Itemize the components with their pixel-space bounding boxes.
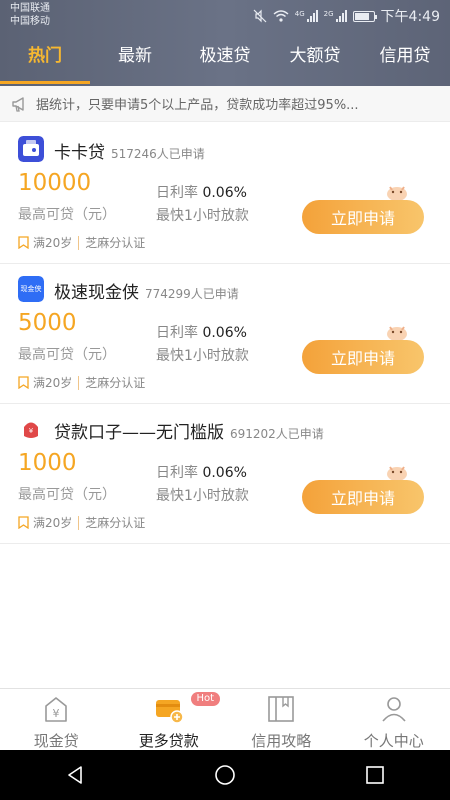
requirement-tags: 满20岁 芝麻分认证 xyxy=(18,234,145,251)
credit-card-plus-icon xyxy=(155,700,184,724)
apply-count: 517246人已申请 xyxy=(111,147,205,161)
age-tag: 满20岁 xyxy=(33,236,73,250)
loan-item[interactable]: 现金侠 极速现金侠 774299人已申请 5000 最高可贷（元） 日利率 0.0… xyxy=(0,264,450,404)
wifi-icon xyxy=(273,10,289,22)
payout-speed: 最快1小时放款 xyxy=(156,208,249,224)
credit-tag: 芝麻分认证 xyxy=(85,236,146,250)
person-icon xyxy=(382,697,406,722)
max-amount-label: 最高可贷（元） xyxy=(18,207,116,223)
tab-credit-loan[interactable]: 信用贷 xyxy=(360,36,450,86)
xianjinxia-logo-icon: 现金侠 xyxy=(18,276,44,302)
nav-label: 更多贷款 xyxy=(138,732,199,750)
piggy-icon xyxy=(387,186,407,201)
loan-name: 卡卡贷 517246人已申请 xyxy=(54,143,205,163)
age-tag: 满20岁 xyxy=(33,516,73,530)
tab-large-loan[interactable]: 大额贷 xyxy=(270,36,360,86)
tab-hot[interactable]: 热门 xyxy=(0,36,90,86)
notice-bar[interactable]: 据统计，只要申请5个以上产品，贷款成功率超过95%... xyxy=(0,86,450,122)
svg-text:¥: ¥ xyxy=(53,707,60,720)
tab-newest[interactable]: 最新 xyxy=(90,36,180,86)
payout-speed: 最快1小时放款 xyxy=(156,348,249,364)
nav-label: 现金贷 xyxy=(33,732,79,750)
battery-icon xyxy=(352,10,377,22)
bookmark-icon xyxy=(18,376,29,389)
book-icon xyxy=(268,696,295,722)
mute-icon xyxy=(253,9,267,23)
nav-personal-center[interactable]: 个人中心 xyxy=(338,689,450,750)
bookmark-icon xyxy=(18,516,29,529)
apply-button[interactable]: 立即申请 xyxy=(302,480,424,514)
svg-text:¥: ¥ xyxy=(29,427,34,435)
piggy-icon xyxy=(387,326,407,341)
credit-tag: 芝麻分认证 xyxy=(85,376,146,390)
apply-button[interactable]: 立即申请 xyxy=(302,340,424,374)
kakadai-logo-icon xyxy=(18,136,44,162)
max-amount: 10000 xyxy=(18,170,92,196)
category-tabs: 热门 最新 极速贷 大额贷 信用贷 xyxy=(0,36,450,86)
nav-more-loans[interactable]: Hot 更多贷款 xyxy=(113,689,226,750)
system-nav-bar xyxy=(0,750,450,800)
loan-list: 卡卡贷 517246人已申请 10000 最高可贷（元） 日利率 0.06% 最快… xyxy=(0,124,450,544)
bookmark-icon xyxy=(18,236,29,249)
back-icon[interactable] xyxy=(63,763,87,787)
carrier-info: 中国联通 中国移动 xyxy=(10,2,50,28)
max-amount-label: 最高可贷（元） xyxy=(18,347,116,363)
loan-item[interactable]: ¥ 贷款口子——无门槛版 691202人已申请 1000 最高可贷（元） 日利率 … xyxy=(0,404,450,544)
wallet-yen-icon: ¥ xyxy=(45,697,68,722)
signal-4g-icon: 4G xyxy=(295,10,318,22)
status-bar: 中国联通 中国移动 4G 2G 下午4:49 xyxy=(0,0,450,32)
header: 中国联通 中国移动 4G 2G 下午4:49 热门 最新 极速贷 大额贷 信用贷 xyxy=(0,0,450,86)
age-tag: 满20岁 xyxy=(33,376,73,390)
loan-name: 贷款口子——无门槛版 691202人已申请 xyxy=(54,423,324,443)
max-amount: 1000 xyxy=(18,450,77,476)
max-amount-label: 最高可贷（元） xyxy=(18,487,116,503)
nav-cash-loan[interactable]: ¥ 现金贷 xyxy=(0,689,113,750)
nav-label: 个人中心 xyxy=(363,732,424,750)
apply-button[interactable]: 立即申请 xyxy=(302,200,424,234)
loan-name: 极速现金侠 774299人已申请 xyxy=(54,283,239,303)
carrier-2: 中国移动 xyxy=(10,16,50,27)
tab-fast-loan[interactable]: 极速贷 xyxy=(180,36,270,86)
megaphone-icon xyxy=(12,96,24,112)
clock: 下午4:49 xyxy=(380,9,440,25)
hot-badge: Hot xyxy=(190,692,221,706)
status-icons: 4G 2G 下午4:49 xyxy=(253,6,440,26)
max-amount: 5000 xyxy=(18,310,77,336)
daily-rate: 日利率 0.06% xyxy=(156,185,247,201)
daily-rate: 日利率 0.06% xyxy=(156,325,247,341)
piggy-icon xyxy=(387,466,407,481)
logo-text: 现金侠 xyxy=(21,284,42,293)
home-icon[interactable] xyxy=(213,763,237,787)
recents-icon[interactable] xyxy=(363,763,387,787)
apply-count: 691202人已申请 xyxy=(230,427,324,441)
bottom-nav: ¥ 现金贷 Hot 更多贷款 信用攻略 个人中心 xyxy=(0,688,450,750)
notice-text: 据统计，只要申请5个以上产品，贷款成功率超过95%... xyxy=(36,98,359,113)
network-type-2: 2G xyxy=(323,10,334,18)
payout-speed: 最快1小时放款 xyxy=(156,488,249,504)
nav-credit-guide[interactable]: 信用攻略 xyxy=(225,689,338,750)
requirement-tags: 满20岁 芝麻分认证 xyxy=(18,374,145,391)
network-type-1: 4G xyxy=(294,10,305,18)
loan-item[interactable]: 卡卡贷 517246人已申请 10000 最高可贷（元） 日利率 0.06% 最快… xyxy=(0,124,450,264)
carrier-1: 中国联通 xyxy=(10,3,50,14)
daikuankouzi-logo-icon: ¥ xyxy=(18,416,44,442)
nav-label: 信用攻略 xyxy=(251,732,312,750)
apply-count: 774299人已申请 xyxy=(145,287,239,301)
daily-rate: 日利率 0.06% xyxy=(156,465,247,481)
requirement-tags: 满20岁 芝麻分认证 xyxy=(18,514,145,531)
credit-tag: 芝麻分认证 xyxy=(85,516,146,530)
signal-2g-icon: 2G xyxy=(324,10,347,22)
